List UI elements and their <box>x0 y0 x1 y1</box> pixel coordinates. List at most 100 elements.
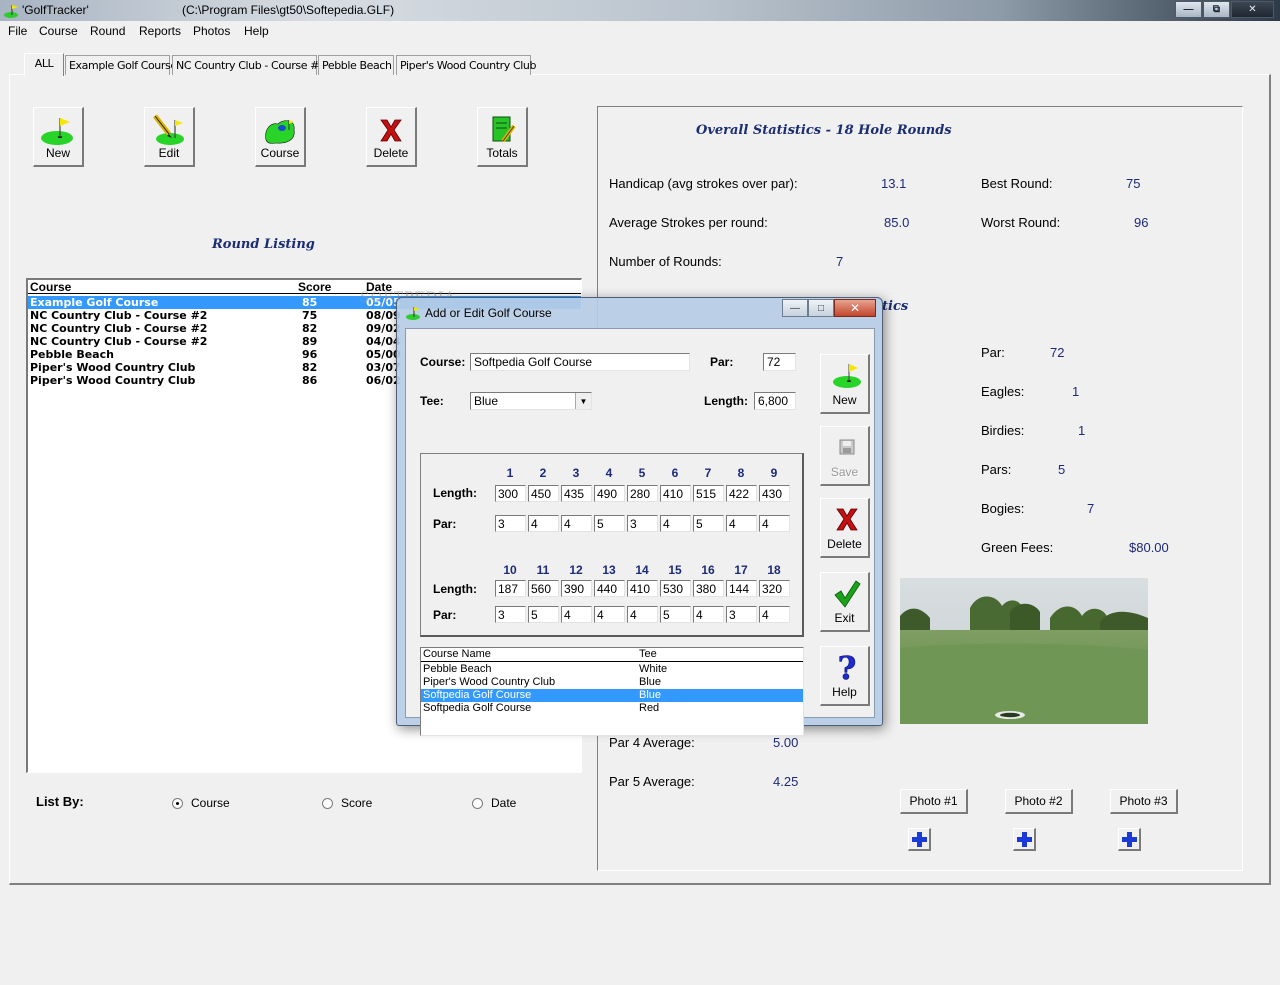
totals-button[interactable]: Totals <box>477 107 528 167</box>
dialog-maximize-button[interactable]: □ <box>808 299 834 317</box>
hole-length-input[interactable]: 390 <box>561 580 592 597</box>
course-list-row[interactable]: Softpedia Golf Course Blue <box>421 689 803 702</box>
list-by-course-label: Course <box>191 796 230 810</box>
radio-selected-icon <box>172 797 183 809</box>
minimize-button[interactable]: — <box>1175 1 1202 18</box>
menu-reports[interactable]: Reports <box>139 24 181 38</box>
worst-round-value: 96 <box>1134 215 1149 230</box>
course-button[interactable]: Course <box>255 107 306 167</box>
course-list-row[interactable]: Piper's Wood Country Club Blue <box>421 676 803 689</box>
hole-par-input[interactable]: 4 <box>594 606 625 623</box>
tab-example-golf-course[interactable]: Example Golf Course <box>65 55 177 75</box>
tee-select[interactable]: Blue ▼ <box>470 392 592 410</box>
title-bar[interactable]: 'GolfTracker' (C:\Program Files\gt50\Sof… <box>0 0 1280 21</box>
add-photo-2-button[interactable] <box>1013 828 1036 851</box>
svg-text:?: ? <box>838 651 857 685</box>
photo-2-button[interactable]: Photo #2 <box>1005 789 1073 814</box>
hole-length-input[interactable]: 430 <box>759 485 790 502</box>
hole-length-input[interactable]: 187 <box>495 580 526 597</box>
hole-par-input[interactable]: 5 <box>693 515 724 532</box>
menu-round[interactable]: Round <box>90 24 125 38</box>
hole-length-input[interactable]: 320 <box>759 580 790 597</box>
length-field[interactable]: 6,800 <box>754 392 796 410</box>
radio-unselected-icon <box>472 797 483 809</box>
tab-pebble-beach[interactable]: Pebble Beach <box>318 55 394 75</box>
dialog-delete-button[interactable]: Delete <box>820 498 870 558</box>
hole-par-input[interactable]: 5 <box>660 606 691 623</box>
col-tee[interactable]: Tee <box>639 648 657 660</box>
col-course-name[interactable]: Course Name <box>423 648 491 660</box>
hole-number: 4 <box>605 466 613 480</box>
hole-par-input[interactable]: 4 <box>759 515 790 532</box>
photo-1-button[interactable]: Photo #1 <box>900 789 968 814</box>
chevron-down-icon[interactable]: ▼ <box>575 393 591 409</box>
hole-number: 11 <box>536 563 550 577</box>
hole-par-input[interactable]: 5 <box>528 606 559 623</box>
course-name-field[interactable]: Softpedia Golf Course <box>470 353 690 371</box>
photo-3-button[interactable]: Photo #3 <box>1110 789 1178 814</box>
edit-round-button[interactable]: Edit <box>144 107 195 167</box>
hole-length-input[interactable]: 560 <box>528 580 559 597</box>
new-round-button[interactable]: New <box>33 107 84 167</box>
green-fees-value: $80.00 <box>1129 540 1169 555</box>
hole-length-input[interactable]: 450 <box>528 485 559 502</box>
hole-par-input[interactable]: 3 <box>495 515 526 532</box>
hole-length-input[interactable]: 280 <box>627 485 658 502</box>
hole-length-input[interactable]: 490 <box>594 485 625 502</box>
menu-course[interactable]: Course <box>39 24 78 38</box>
hole-par-input[interactable]: 3 <box>726 606 757 623</box>
dialog-help-button[interactable]: ? Help <box>820 646 870 706</box>
hole-length-input[interactable]: 422 <box>726 485 757 502</box>
course-list-row[interactable]: Softpedia Golf Course Red <box>421 702 803 715</box>
dialog-close-button[interactable]: ✕ <box>834 299 876 317</box>
hole-par-input[interactable]: 4 <box>660 515 691 532</box>
list-by-course-radio[interactable]: Course <box>172 796 230 810</box>
delete-round-button[interactable]: Delete <box>366 107 417 167</box>
course-list-row[interactable]: Pebble Beach White <box>421 663 803 676</box>
course-list[interactable]: Course Name Tee Pebble Beach White Piper's… <box>420 647 804 736</box>
hole-par-input[interactable]: 4 <box>627 606 658 623</box>
hole-length-input[interactable]: 300 <box>495 485 526 502</box>
hole-length-input[interactable]: 144 <box>726 580 757 597</box>
hole-par-input[interactable]: 4 <box>726 515 757 532</box>
list-by-score-radio[interactable]: Score <box>322 796 372 810</box>
round-score-cell: 75 <box>302 309 318 322</box>
hole-par-input[interactable]: 4 <box>693 606 724 623</box>
dialog-minimize-button[interactable]: — <box>782 299 808 317</box>
hole-length-input[interactable]: 380 <box>693 580 724 597</box>
hole-par-input[interactable]: 4 <box>759 606 790 623</box>
delete-x-icon <box>836 508 858 531</box>
menu-photos[interactable]: Photos <box>193 24 230 38</box>
col-score[interactable]: Score <box>298 280 331 294</box>
hole-length-input[interactable]: 515 <box>693 485 724 502</box>
tab-nc-country-club[interactable]: NC Country Club - Course #2 <box>172 55 326 75</box>
hole-length-input[interactable]: 440 <box>594 580 625 597</box>
save-disk-icon <box>839 439 855 455</box>
dialog-save-button[interactable]: Save <box>820 426 870 486</box>
hole-length-input[interactable]: 530 <box>660 580 691 597</box>
add-photo-1-button[interactable] <box>908 828 931 851</box>
hole-length-input[interactable]: 410 <box>660 485 691 502</box>
dialog-exit-button[interactable]: Exit <box>820 572 870 632</box>
par4-average-value: 5.00 <box>773 735 799 750</box>
hole-number: 18 <box>767 563 781 577</box>
col-course[interactable]: Course <box>30 280 71 294</box>
menu-file[interactable]: File <box>8 24 27 38</box>
hole-par-input[interactable]: 3 <box>495 606 526 623</box>
close-button[interactable]: ✕ <box>1231 1 1274 18</box>
hole-length-input[interactable]: 435 <box>561 485 592 502</box>
restore-button[interactable]: ⧉ <box>1203 1 1230 18</box>
list-by-date-radio[interactable]: Date <box>472 796 516 810</box>
tab-pipers-wood[interactable]: Piper's Wood Country Club <box>396 55 536 75</box>
hole-par-input[interactable]: 4 <box>561 606 592 623</box>
menu-help[interactable]: Help <box>244 24 269 38</box>
dialog-new-button[interactable]: New <box>820 354 870 414</box>
hole-length-input[interactable]: 410 <box>627 580 658 597</box>
hole-par-input[interactable]: 4 <box>561 515 592 532</box>
hole-par-input[interactable]: 4 <box>528 515 559 532</box>
par-field[interactable]: 72 <box>763 353 796 371</box>
add-photo-3-button[interactable] <box>1118 828 1141 851</box>
hole-par-input[interactable]: 3 <box>627 515 658 532</box>
tab-all[interactable]: ALL <box>24 53 64 76</box>
hole-par-input[interactable]: 5 <box>594 515 625 532</box>
